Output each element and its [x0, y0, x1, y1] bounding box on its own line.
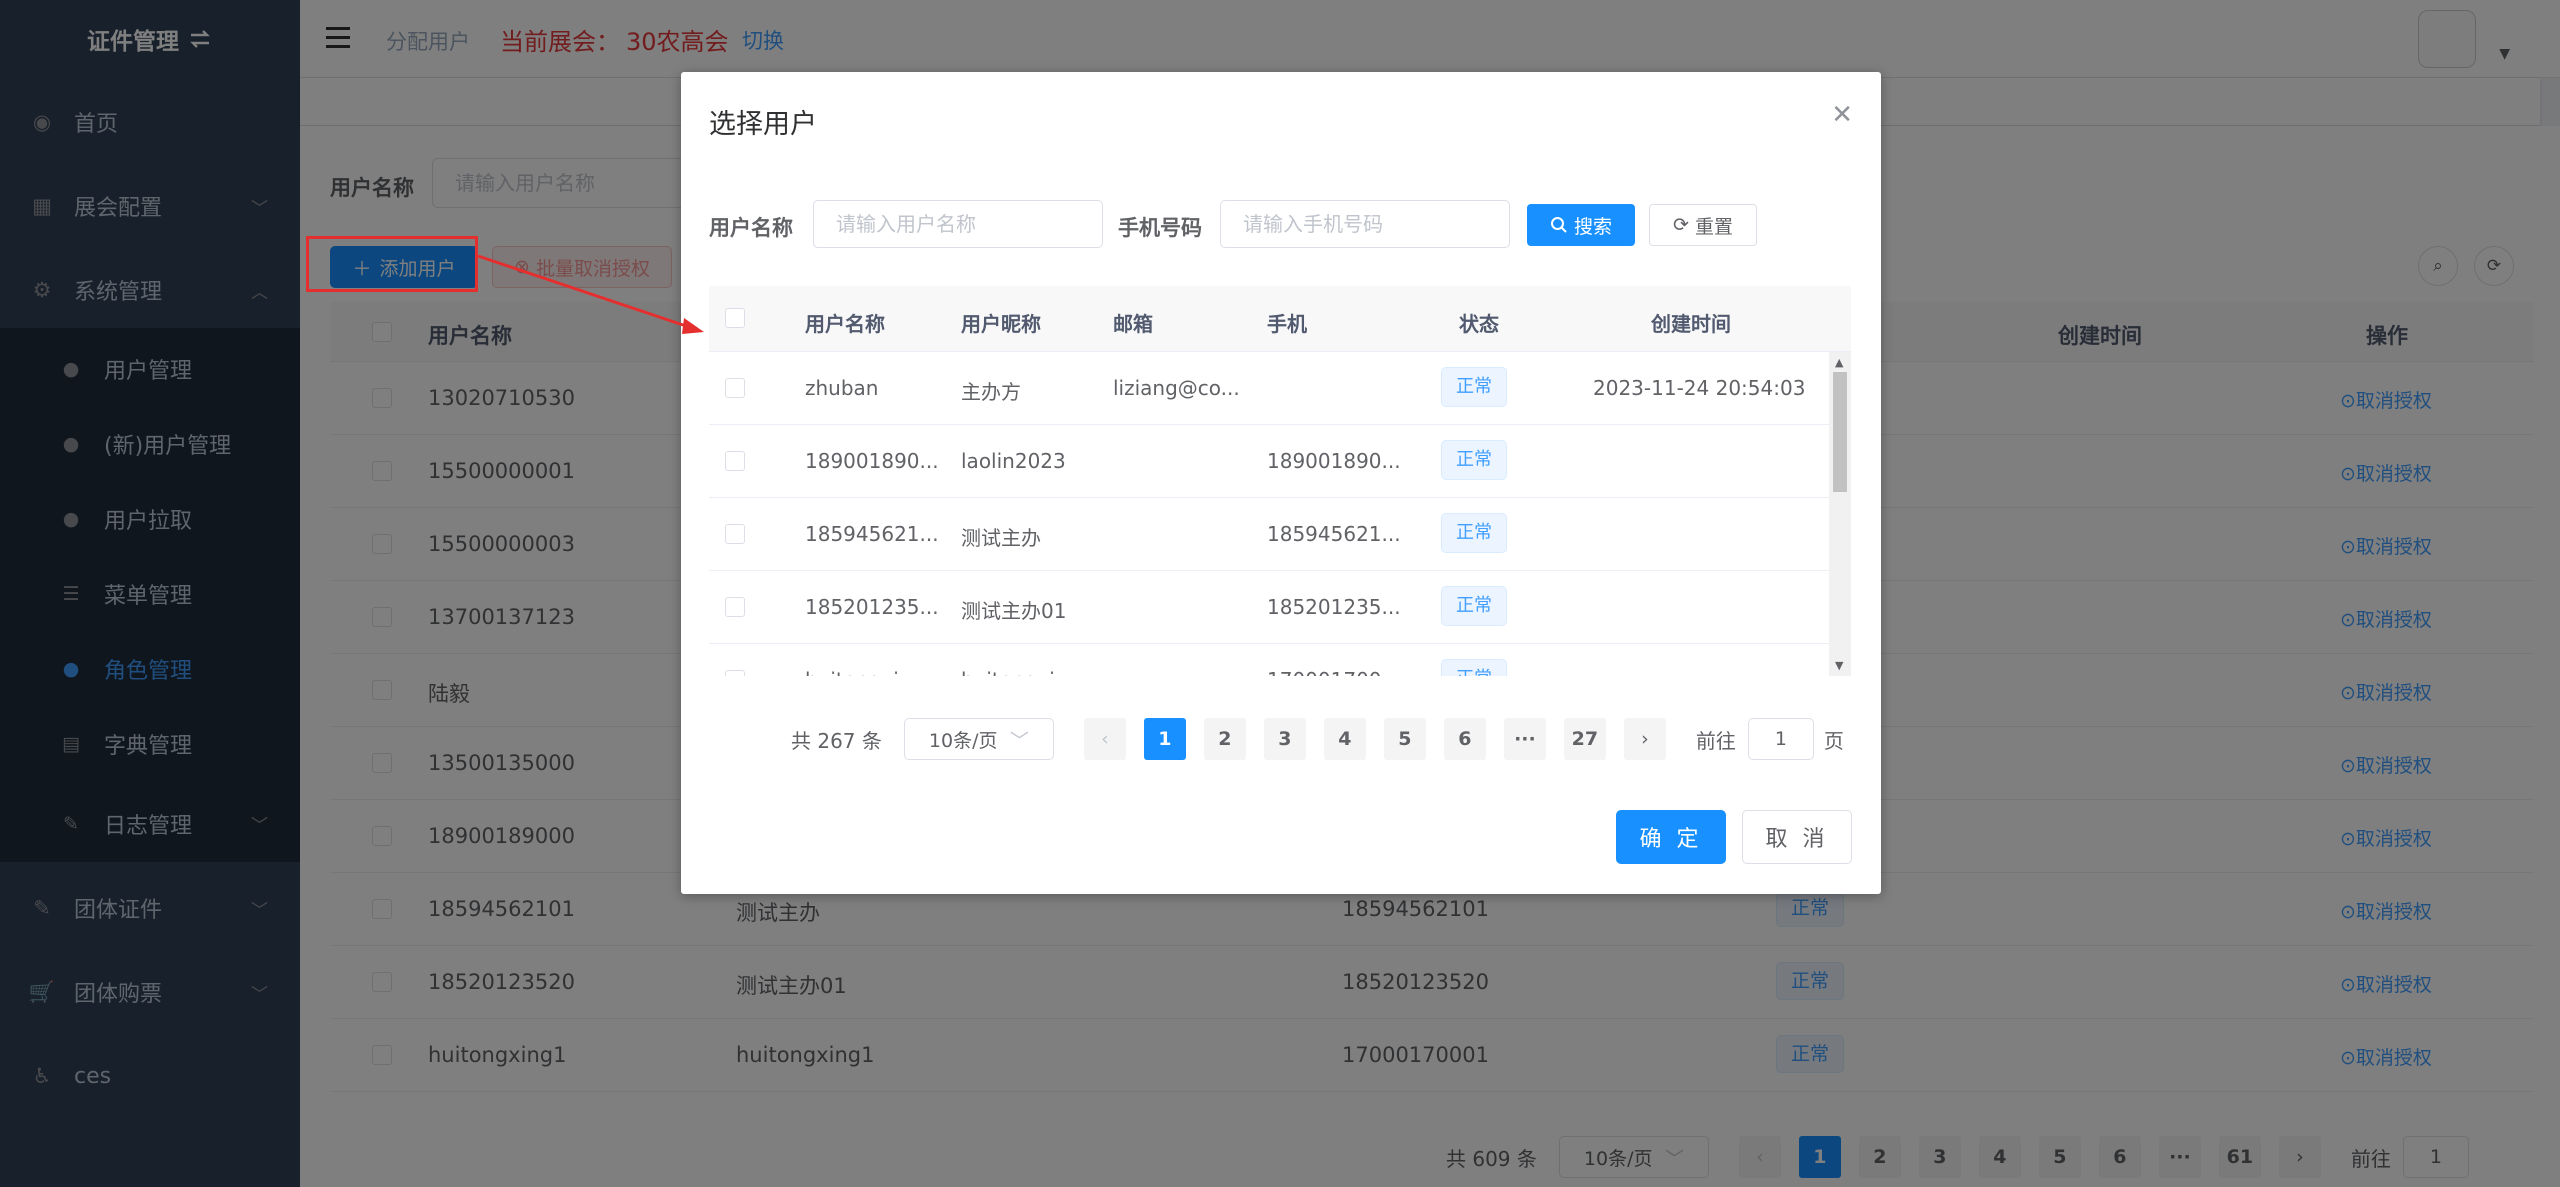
reset-button[interactable]: ⟳ 重置: [1649, 204, 1757, 246]
phone-label: 手机号码: [1118, 216, 1202, 240]
cell-phone: 170001700...: [1267, 668, 1401, 676]
cell-nickname: 测试主办01: [961, 599, 1067, 623]
status-badge: 正常: [1441, 586, 1507, 626]
phone-input[interactable]: 请输入手机号码: [1220, 200, 1510, 248]
status-badge: 正常: [1441, 659, 1507, 676]
total-count: 共 267 条: [791, 728, 882, 753]
confirm-button[interactable]: 确 定: [1616, 810, 1726, 864]
row-checkbox[interactable]: [725, 451, 745, 471]
more-pages-button[interactable]: ···: [1503, 718, 1546, 760]
dialog-title: 选择用户: [709, 109, 817, 140]
row-checkbox[interactable]: [725, 524, 745, 544]
user-select-table: 用户名称 用户昵称 邮箱 手机 状态 创建时间 zhuban 主办方 liziang…: [709, 286, 1851, 676]
refresh-icon: ⟳: [1673, 214, 1689, 236]
status-badge: 正常: [1441, 440, 1507, 480]
cell-nickname: 主办方: [961, 380, 1021, 404]
cell-username: 185945621...: [805, 522, 939, 546]
cell-nickname: laolin2023: [961, 449, 1066, 473]
select-user-dialog: 选择用户 ✕ 用户名称 请输入用户名称 手机号码 请输入手机号码 搜索 ⟳ 重置…: [681, 72, 1881, 894]
search-icon: [1550, 217, 1567, 233]
page-button[interactable]: 2: [1203, 718, 1246, 760]
scroll-thumb[interactable]: [1833, 372, 1847, 492]
username-input[interactable]: 请输入用户名称: [813, 200, 1103, 248]
cell-nickname: 测试主办: [961, 526, 1041, 550]
dialog-pagination: 共 267 条 10条/页 ﹀ ‹ 1 2 3 4 5 6 ··· 27 › 前…: [791, 718, 1844, 760]
page-button[interactable]: 3: [1263, 718, 1306, 760]
column-header: 用户名称: [805, 312, 885, 336]
page-button[interactable]: 6: [1443, 718, 1486, 760]
table-row[interactable]: 189001890... laolin2023 189001890... 正常: [709, 425, 1829, 498]
column-header: 手机: [1267, 312, 1307, 336]
page-button[interactable]: 1: [1143, 718, 1186, 760]
page-button[interactable]: 5: [1383, 718, 1426, 760]
page-button[interactable]: 4: [1323, 718, 1366, 760]
cell-username: zhuban: [805, 376, 879, 400]
scroll-up-icon[interactable]: ▲: [1835, 356, 1843, 369]
column-header: 邮箱: [1113, 312, 1153, 336]
table-row[interactable]: 185945621... 测试主办 185945621... 正常: [709, 498, 1829, 571]
row-checkbox[interactable]: [725, 378, 745, 398]
table-row[interactable]: huitongxi... huitongxi... 170001700... 正常: [709, 644, 1829, 676]
scroll-down-icon[interactable]: ▼: [1835, 659, 1843, 672]
page-size-value: 10条/页: [928, 729, 998, 752]
table-header: 用户名称 用户昵称 邮箱 手机 状态 创建时间: [709, 286, 1851, 352]
column-header: 用户昵称: [961, 312, 1041, 336]
table-row[interactable]: zhuban 主办方 liziang@co... 正常 2023-11-24 20:54…: [709, 352, 1829, 425]
cell-phone: 189001890...: [1267, 449, 1401, 473]
chevron-down-icon: ﹀: [1009, 729, 1029, 752]
search-button-label: 搜索: [1573, 215, 1612, 238]
cell-created-time: 2023-11-24 20:54:03: [1593, 376, 1806, 400]
status-badge: 正常: [1441, 367, 1507, 407]
cell-phone: 185945621...: [1267, 522, 1401, 546]
prev-page-button[interactable]: ‹: [1083, 718, 1126, 760]
cancel-button[interactable]: 取 消: [1742, 810, 1852, 864]
row-checkbox[interactable]: [725, 670, 745, 676]
table-row[interactable]: 185201235... 测试主办01 185201235... 正常: [709, 571, 1829, 644]
cell-email: liziang@co...: [1113, 376, 1240, 400]
column-header: 创建时间: [1651, 312, 1731, 336]
status-badge: 正常: [1441, 513, 1507, 553]
annotation-highlight-box: [306, 236, 478, 292]
cell-username: 185201235...: [805, 595, 939, 619]
username-label: 用户名称: [709, 216, 793, 240]
select-all-checkbox[interactable]: [725, 308, 745, 328]
table-scrollbar[interactable]: ▲ ▼: [1829, 352, 1851, 676]
cell-nickname: huitongxi...: [961, 668, 1074, 676]
search-button[interactable]: 搜索: [1527, 204, 1635, 246]
cell-username: 189001890...: [805, 449, 939, 473]
row-checkbox[interactable]: [725, 597, 745, 617]
column-header: 状态: [1459, 312, 1499, 336]
close-icon[interactable]: ✕: [1831, 100, 1853, 130]
next-page-button[interactable]: ›: [1623, 718, 1666, 760]
reset-button-label: 重置: [1694, 215, 1733, 238]
goto-page-input[interactable]: 1: [1747, 718, 1814, 760]
page-suffix: 页: [1823, 728, 1844, 753]
cell-phone: 185201235...: [1267, 595, 1401, 619]
page-size-select[interactable]: 10条/页 ﹀: [903, 718, 1054, 760]
cell-username: huitongxi...: [805, 668, 918, 676]
page-button[interactable]: 27: [1563, 718, 1606, 760]
goto-label: 前往: [1695, 728, 1736, 753]
